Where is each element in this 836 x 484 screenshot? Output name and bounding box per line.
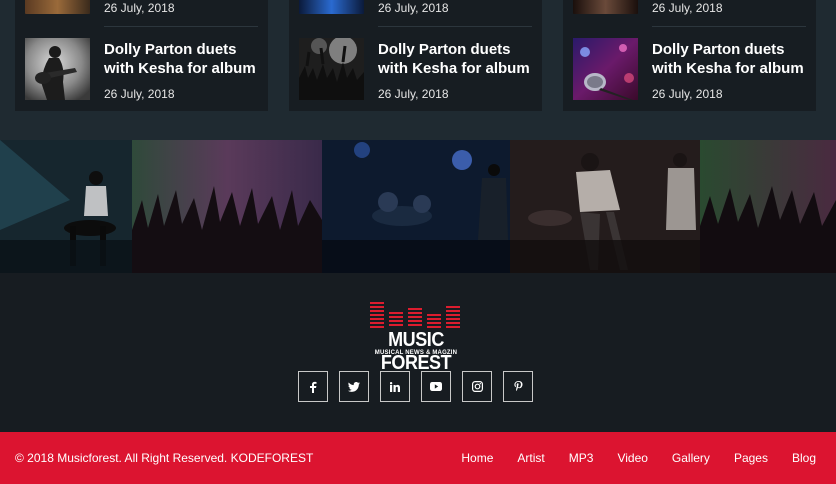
news-date: 26 July, 2018	[652, 1, 723, 15]
nav-mp3[interactable]: MP3	[569, 451, 594, 465]
news-date: 26 July, 2018	[104, 87, 175, 101]
twitter-icon[interactable]	[339, 371, 369, 402]
news-thumbnail[interactable]	[299, 0, 364, 14]
news-date: 26 July, 2018	[378, 1, 449, 15]
pinterest-icon[interactable]	[503, 371, 533, 402]
news-column: 26 July, 2018 Dolly Parton duets with Ke…	[15, 0, 268, 111]
facebook-icon[interactable]	[298, 371, 328, 402]
instagram-icon[interactable]	[462, 371, 492, 402]
youtube-icon[interactable]	[421, 371, 451, 402]
gallery-image-guitar-crowd[interactable]	[700, 140, 836, 273]
nav-home[interactable]: Home	[461, 451, 493, 465]
news-thumbnail[interactable]	[25, 0, 90, 14]
gallery-image-drummer[interactable]	[0, 140, 132, 273]
gallery-image-singer[interactable]	[510, 140, 700, 273]
site-logo[interactable]: MUSIC FOREST MUSICAL NEWS & MAGZIN	[362, 301, 470, 374]
footer-nav: Home Artist MP3 Video Gallery Pages Blog	[437, 451, 816, 465]
news-date: 26 July, 2018	[378, 87, 449, 101]
news-section: 26 July, 2018 Dolly Parton duets with Ke…	[0, 0, 836, 140]
news-thumbnail[interactable]	[299, 38, 364, 100]
news-title[interactable]: Dolly Parton duets with Kesha for album	[378, 40, 538, 78]
news-thumbnail[interactable]	[573, 38, 638, 100]
news-thumbnail[interactable]	[25, 38, 90, 100]
divider	[378, 26, 532, 27]
divider	[104, 26, 258, 27]
news-date: 26 July, 2018	[104, 1, 175, 15]
social-links	[298, 371, 534, 402]
news-column: 26 July, 2018 Dolly Parton duets with Ke…	[289, 0, 542, 111]
equalizer-logo-icon	[370, 301, 462, 328]
nav-pages[interactable]: Pages	[734, 451, 768, 465]
footer: MUSIC FOREST MUSICAL NEWS & MAGZIN	[0, 273, 836, 432]
copyright-text: © 2018 Musicforest. All Right Reserved. …	[15, 451, 314, 465]
news-column: 26 July, 2018 Dolly Parton duets with Ke…	[563, 0, 816, 111]
divider	[652, 26, 806, 27]
nav-artist[interactable]: Artist	[517, 451, 544, 465]
gallery-image-crowd[interactable]	[132, 140, 322, 273]
news-title[interactable]: Dolly Parton duets with Kesha for album	[652, 40, 812, 78]
bottom-bar: © 2018 Musicforest. All Right Reserved. …	[0, 432, 836, 484]
logo-tagline: MUSICAL NEWS & MAGZIN	[374, 350, 458, 356]
nav-blog[interactable]: Blog	[792, 451, 816, 465]
linkedin-icon[interactable]	[380, 371, 410, 402]
news-thumbnail[interactable]	[573, 0, 638, 14]
gallery-image-stage[interactable]	[322, 140, 510, 273]
gallery-strip	[0, 140, 836, 273]
nav-video[interactable]: Video	[617, 451, 647, 465]
news-date: 26 July, 2018	[652, 87, 723, 101]
news-title[interactable]: Dolly Parton duets with Kesha for album	[104, 40, 264, 78]
nav-gallery[interactable]: Gallery	[672, 451, 710, 465]
